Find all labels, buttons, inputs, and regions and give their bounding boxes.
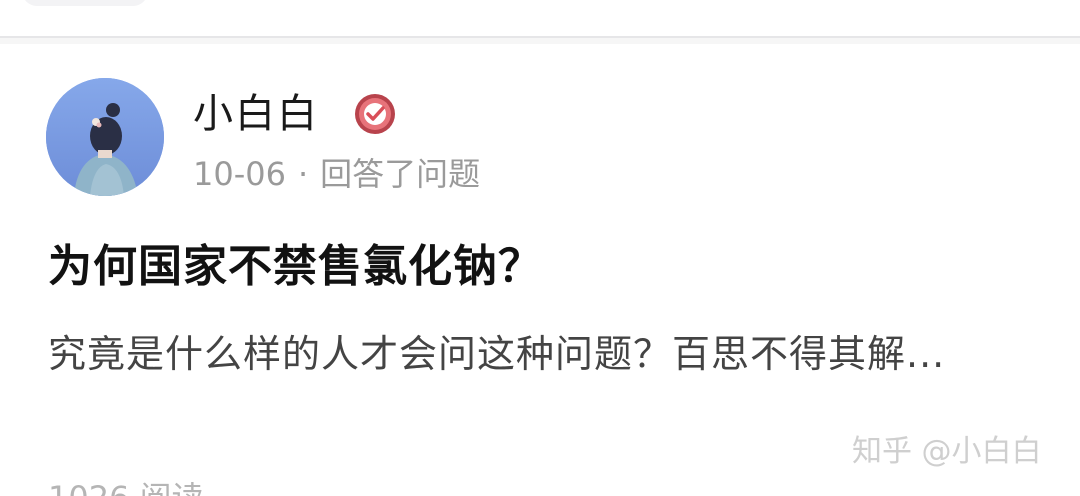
read-count: 1026 阅读 — [48, 478, 204, 496]
post-meta: 10-06 · 回答了问题 — [193, 154, 480, 194]
answer-card[interactable]: 小白白 10-06 · 回答了问题 为何国家不禁售氯化钠？ 究竟是什么样的人才会问这… — [0, 44, 1080, 496]
avatar-image — [46, 78, 164, 196]
watermark: 知乎 @小白白 — [852, 434, 1042, 469]
post-action: 回答了问题 — [320, 155, 481, 193]
top-strip — [0, 0, 1080, 36]
answer-excerpt[interactable]: 究竟是什么样的人才会问这种问题？百思不得其解... — [48, 328, 1028, 380]
avatar[interactable] — [46, 78, 164, 196]
author-name[interactable]: 小白白 — [193, 88, 319, 140]
question-title[interactable]: 为何国家不禁售氯化钠？ — [48, 238, 543, 296]
meta-separator: · — [297, 155, 309, 193]
verified-badge-icon — [355, 94, 395, 134]
feed-page: 小白白 10-06 · 回答了问题 为何国家不禁售氯化钠？ 究竟是什么样的人才会问这… — [0, 0, 1080, 496]
search-pill[interactable] — [22, 0, 148, 6]
post-date: 10-06 — [193, 155, 286, 193]
